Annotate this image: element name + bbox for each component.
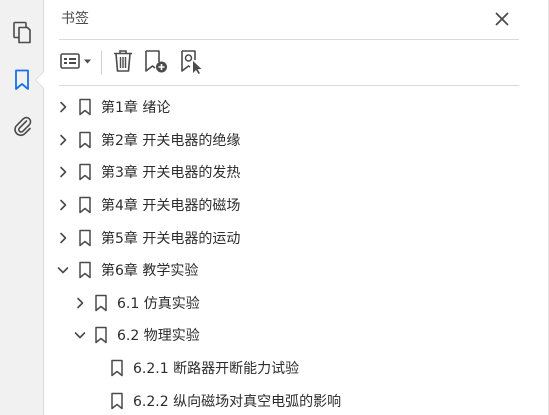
bookmark-icon[interactable] <box>8 66 36 94</box>
header-divider <box>59 39 519 40</box>
bookmark-toolbar <box>59 48 210 78</box>
bookmark-label: 第4章 开关电器的磁场 <box>101 198 241 215</box>
toolbar-divider <box>59 85 519 86</box>
bookmark-label: 第6章 教学实验 <box>101 263 199 280</box>
bookmark-label: 第2章 开关电器的绝缘 <box>101 132 241 149</box>
bookmark-item[interactable]: 6.2.2 纵向磁场对真空电弧的影响 <box>45 384 549 415</box>
chevron-right-icon[interactable] <box>57 199 69 211</box>
chevron-right-icon[interactable] <box>74 297 86 309</box>
bookmark-icon <box>78 229 92 247</box>
bookmark-icon <box>78 98 92 116</box>
bookmark-item[interactable]: 第2章 开关电器的绝缘 <box>45 124 549 157</box>
bookmark-icon <box>78 196 92 214</box>
bookmark-icon <box>94 326 108 344</box>
bookmark-item[interactable]: 第4章 开关电器的磁场 <box>45 189 549 222</box>
chevron-down-icon[interactable] <box>57 264 69 276</box>
bookmark-icon <box>78 261 92 279</box>
bookmark-item[interactable]: 6.2 物理实验 <box>45 319 549 352</box>
bookmark-item[interactable]: 第5章 开关电器的运动 <box>45 221 549 254</box>
toolbar-separator <box>101 51 102 75</box>
bookmark-tree: 第1章 绪论第2章 开关电器的绝缘 第3章 开关电器的发热 第4章 开关电器的磁场第… <box>45 91 549 415</box>
bookmark-icon <box>110 392 124 410</box>
options-menu-icon <box>59 50 97 76</box>
bookmarks-window: 书签 第1章 绪论 第2章 开关电器的绝缘 第3章 开关电器的发热 第4章 开关… <box>0 0 549 415</box>
bookmark-label: 6.2.2 纵向磁场对真空电弧的影响 <box>133 393 342 410</box>
bookmark-label: 6.1 仿真实验 <box>117 295 200 312</box>
bookmark-label: 第5章 开关电器的运动 <box>101 230 241 247</box>
chevron-down-icon[interactable] <box>74 329 86 341</box>
new-bookmark-button[interactable] <box>138 48 174 78</box>
bookmark-item[interactable]: 6.1 仿真实验 <box>45 287 549 320</box>
bookmark-label: 6.2 物理实验 <box>117 328 200 345</box>
bookmark-label: 第1章 绪论 <box>101 100 171 117</box>
bookmark-item[interactable]: 第3章 开关电器的发热 <box>45 156 549 189</box>
options-menu-button[interactable] <box>59 48 97 78</box>
active-pointer <box>36 72 44 88</box>
bookmark-icon <box>94 294 108 312</box>
delete-icon <box>111 48 135 78</box>
bookmark-item[interactable]: 第1章 绪论 <box>45 91 549 124</box>
new-bookmark-icon <box>142 48 170 78</box>
bookmarks-panel: 书签 第1章 绪论 第2章 开关电器的绝缘 第3章 开关电器的发热 第4章 开关… <box>45 0 549 415</box>
bookmark-label: 第3章 开关电器的发热 <box>101 165 241 182</box>
bookmark-item[interactable]: 第6章 教学实验 <box>45 254 549 287</box>
bookmark-item[interactable]: 6.2.1 断路器开断能力试验 <box>45 352 549 385</box>
close-icon[interactable] <box>493 10 511 28</box>
delete-button[interactable] <box>108 48 138 78</box>
panel-title: 书签 <box>61 11 89 27</box>
chevron-right-icon[interactable] <box>57 134 69 146</box>
navigation-rail <box>0 0 44 415</box>
chevron-right-icon[interactable] <box>57 232 69 244</box>
bookmark-from-selection-icon <box>178 48 206 78</box>
chevron-right-icon[interactable] <box>57 101 69 113</box>
bookmark-label: 6.2.1 断路器开断能力试验 <box>133 361 300 378</box>
chevron-right-icon[interactable] <box>57 166 69 178</box>
bookmark-icon <box>110 359 124 377</box>
bookmark-icon <box>78 131 92 149</box>
bookmark-icon <box>78 163 92 181</box>
pages-icon[interactable] <box>8 19 36 47</box>
bookmark-from-selection-button[interactable] <box>174 48 210 78</box>
attachment-icon[interactable] <box>8 111 36 139</box>
